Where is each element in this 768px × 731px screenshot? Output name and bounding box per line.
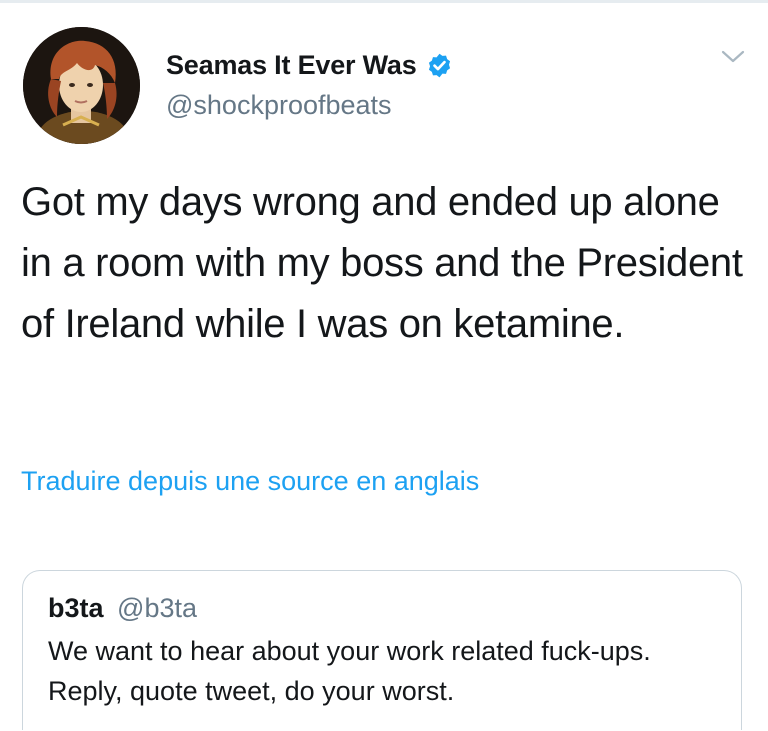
quoted-author-handle: @b3ta xyxy=(117,593,198,623)
quoted-tweet-header: b3ta @b3ta xyxy=(48,593,197,624)
top-divider xyxy=(0,0,768,3)
chevron-down-icon[interactable] xyxy=(720,48,746,66)
quoted-tweet-card[interactable]: b3ta @b3ta We want to hear about your wo… xyxy=(22,570,742,730)
quoted-tweet-text: We want to hear about your work related … xyxy=(48,636,651,706)
verified-badge-icon xyxy=(426,52,453,79)
avatar[interactable] xyxy=(23,27,140,144)
author-handle[interactable]: @shockproofbeats xyxy=(166,90,392,121)
translate-link[interactable]: Traduire depuis une source en anglais xyxy=(21,466,479,497)
author-display-name[interactable]: Seamas It Ever Was xyxy=(166,50,417,81)
quoted-author-name: b3ta xyxy=(48,593,104,623)
tweet-text: Got my days wrong and ended up alone in … xyxy=(21,180,743,346)
author-name-row: Seamas It Ever Was xyxy=(166,47,453,83)
